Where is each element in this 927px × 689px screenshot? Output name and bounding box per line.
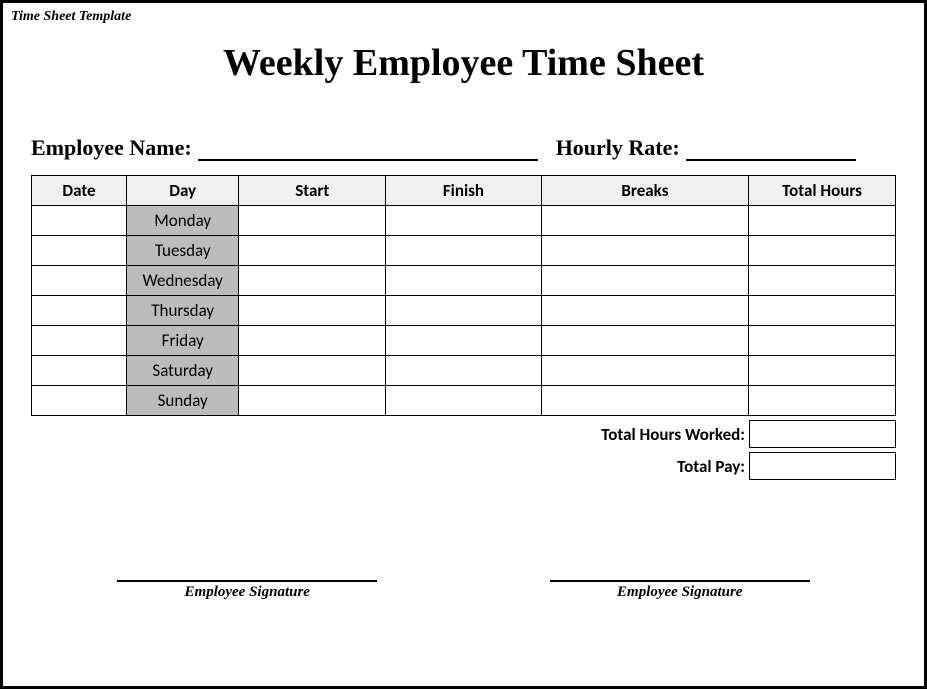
start-cell[interactable] <box>239 296 386 326</box>
finish-cell[interactable] <box>386 386 542 416</box>
finish-cell[interactable] <box>386 356 542 386</box>
signature-line-left[interactable] <box>117 580 377 582</box>
hourly-rate-label: Hourly Rate: <box>556 135 680 161</box>
signature-block-right: Employee Signature <box>550 580 810 601</box>
day-cell: Monday <box>127 206 239 236</box>
signature-label-right: Employee Signature <box>550 584 810 601</box>
col-header-finish: Finish <box>386 176 542 206</box>
breaks-cell[interactable] <box>541 266 748 296</box>
date-cell[interactable] <box>32 296 127 326</box>
total-cell[interactable] <box>749 386 896 416</box>
table-row: Monday <box>32 206 896 236</box>
timesheet-table: Date Day Start Finish Breaks Total Hours… <box>31 175 896 416</box>
signature-block-left: Employee Signature <box>117 580 377 601</box>
total-pay-box[interactable] <box>749 452 896 480</box>
total-hours-worked-label: Total Hours Worked: <box>601 424 745 445</box>
table-row: Tuesday <box>32 236 896 266</box>
employee-name-input[interactable] <box>198 137 538 161</box>
breaks-cell[interactable] <box>541 236 748 266</box>
signature-line-right[interactable] <box>550 580 810 582</box>
summary-total-hours-row: Total Hours Worked: <box>31 420 896 448</box>
table-row: Friday <box>32 326 896 356</box>
date-cell[interactable] <box>32 206 127 236</box>
start-cell[interactable] <box>239 386 386 416</box>
breaks-cell[interactable] <box>541 326 748 356</box>
day-cell: Saturday <box>127 356 239 386</box>
day-cell: Thursday <box>127 296 239 326</box>
finish-cell[interactable] <box>386 296 542 326</box>
table-row: Saturday <box>32 356 896 386</box>
day-cell: Friday <box>127 326 239 356</box>
day-cell: Sunday <box>127 386 239 416</box>
hourly-rate-input[interactable] <box>686 137 856 161</box>
page-title: Weekly Employee Time Sheet <box>31 41 896 85</box>
date-cell[interactable] <box>32 356 127 386</box>
total-cell[interactable] <box>749 206 896 236</box>
finish-cell[interactable] <box>386 206 542 236</box>
finish-cell[interactable] <box>386 326 542 356</box>
date-cell[interactable] <box>32 326 127 356</box>
summary-total-pay-row: Total Pay: <box>31 452 896 480</box>
total-cell[interactable] <box>749 356 896 386</box>
day-cell: Wednesday <box>127 266 239 296</box>
col-header-day: Day <box>127 176 239 206</box>
finish-cell[interactable] <box>386 236 542 266</box>
total-pay-label: Total Pay: <box>677 456 745 477</box>
col-header-breaks: Breaks <box>541 176 748 206</box>
col-header-total: Total Hours <box>749 176 896 206</box>
date-cell[interactable] <box>32 236 127 266</box>
total-cell[interactable] <box>749 296 896 326</box>
total-cell[interactable] <box>749 266 896 296</box>
table-row: Thursday <box>32 296 896 326</box>
table-header-row: Date Day Start Finish Breaks Total Hours <box>32 176 896 206</box>
employee-name-label: Employee Name: <box>31 135 192 161</box>
start-cell[interactable] <box>239 356 386 386</box>
finish-cell[interactable] <box>386 266 542 296</box>
start-cell[interactable] <box>239 326 386 356</box>
breaks-cell[interactable] <box>541 206 748 236</box>
template-tag: Time Sheet Template <box>11 9 131 25</box>
date-cell[interactable] <box>32 386 127 416</box>
signature-label-left: Employee Signature <box>117 584 377 601</box>
total-cell[interactable] <box>749 326 896 356</box>
table-row: Wednesday <box>32 266 896 296</box>
col-header-start: Start <box>239 176 386 206</box>
start-cell[interactable] <box>239 206 386 236</box>
table-row: Sunday <box>32 386 896 416</box>
breaks-cell[interactable] <box>541 296 748 326</box>
signatures-row: Employee Signature Employee Signature <box>31 580 896 601</box>
col-header-date: Date <box>32 176 127 206</box>
start-cell[interactable] <box>239 266 386 296</box>
day-cell: Tuesday <box>127 236 239 266</box>
total-cell[interactable] <box>749 236 896 266</box>
date-cell[interactable] <box>32 266 127 296</box>
breaks-cell[interactable] <box>541 386 748 416</box>
breaks-cell[interactable] <box>541 356 748 386</box>
page-frame: Time Sheet Template Weekly Employee Time… <box>0 0 927 689</box>
total-hours-worked-box[interactable] <box>749 420 896 448</box>
start-cell[interactable] <box>239 236 386 266</box>
top-fields-row: Employee Name: Hourly Rate: <box>31 135 896 161</box>
